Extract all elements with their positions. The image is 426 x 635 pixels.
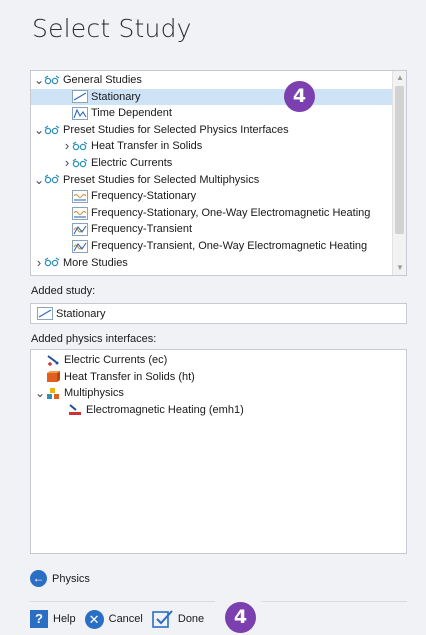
study-group-icon [44, 256, 60, 269]
tree-item-1[interactable]: Stationary [31, 88, 392, 106]
tree-item-10[interactable]: Frequency-Transient, One-Way Electromagn… [31, 238, 392, 255]
added-physics-label: Added physics interfaces: [31, 333, 157, 345]
study-tree-list: ⌄ General Studies Stationary Time Dependent… [31, 72, 392, 271]
tree-item-2[interactable]: Time Dependent [31, 105, 392, 122]
stationary-study-icon [37, 307, 53, 320]
frequency-stationary-icon [72, 206, 88, 220]
electromagnetic-heating-icon [67, 403, 83, 416]
physics-item-label: Electromagnetic Heating (emh1) [86, 403, 244, 416]
scroll-thumb[interactable] [395, 86, 404, 234]
frequency-stationary-icon [72, 189, 88, 203]
time-dependent-study-icon [72, 106, 88, 120]
tree-item-5[interactable]: › Electric Currents [31, 155, 392, 172]
help-button-label: Help [53, 613, 76, 625]
study-tree[interactable]: ⌄ General Studies Stationary Time Dependent… [30, 70, 407, 276]
study-group-icon [72, 140, 88, 153]
tree-item-label: Frequency-Stationary [91, 190, 197, 203]
step-badge-tree: 4 [284, 81, 315, 112]
tree-item-label: Stationary [91, 90, 141, 103]
physics-item-2[interactable]: ⌄ Multiphysics [31, 385, 406, 402]
done-button[interactable]: Done [152, 609, 204, 629]
added-study-field: Stationary [30, 303, 407, 324]
physics-item-label: Electric Currents (ec) [64, 354, 168, 366]
electric-currents-icon [45, 354, 61, 367]
added-study-value: Stationary [56, 307, 106, 320]
tree-scrollbar[interactable]: ▲ ▼ [392, 71, 406, 275]
frequency-transient-icon [72, 223, 88, 237]
scroll-up-icon[interactable]: ▲ [393, 71, 406, 85]
chevron-down-icon[interactable]: ⌄ [34, 174, 44, 186]
added-physics-list[interactable]: Electric Currents (ec) Heat Transfer in S… [30, 349, 407, 554]
stationary-study-icon [72, 90, 88, 104]
tree-item-7[interactable]: Frequency-Stationary [31, 188, 392, 205]
physics-item-3[interactable]: Electromagnetic Heating (emh1) [31, 402, 406, 419]
tree-item-11[interactable]: › More Studies [31, 255, 392, 272]
page-title: Select Study [32, 14, 192, 43]
back-button-label: Physics [52, 572, 90, 585]
cancel-button[interactable]: ✕ Cancel [84, 609, 143, 629]
study-group-icon [72, 157, 88, 170]
chevron-down-icon[interactable]: ⌄ [35, 387, 45, 399]
heat-transfer-icon [45, 370, 61, 383]
footer-divider [30, 601, 215, 602]
tree-item-9[interactable]: Frequency-Transient [31, 221, 392, 238]
tree-item-6[interactable]: ⌄ Preset Studies for Selected Multiphysic… [31, 172, 392, 189]
study-group-icon [44, 124, 60, 137]
cancel-icon: ✕ [84, 609, 104, 629]
chevron-right-icon[interactable]: › [62, 138, 72, 155]
chevron-down-icon[interactable]: ⌄ [34, 74, 44, 86]
back-arrow-icon: ← [30, 570, 47, 587]
tree-item-label: Frequency-Stationary, One-Way Electromag… [91, 206, 371, 219]
tree-item-8[interactable]: Frequency-Stationary, One-Way Electromag… [31, 205, 392, 222]
tree-item-4[interactable]: › Heat Transfer in Solids [31, 138, 392, 155]
physics-item-0[interactable]: Electric Currents (ec) [31, 352, 406, 369]
frequency-transient-icon [72, 239, 88, 253]
done-checkmark-icon [152, 610, 173, 628]
help-button[interactable]: ? Help [30, 610, 76, 628]
tree-item-3[interactable]: ⌄ Preset Studies for Selected Physics Int… [31, 122, 392, 139]
footer-toolbar: ? Help ✕ Cancel Done [30, 609, 213, 629]
tree-item-label: Frequency-Transient, One-Way Electromagn… [91, 239, 368, 252]
tree-item-label: General Studies [63, 74, 142, 86]
chevron-right-icon[interactable]: › [62, 155, 72, 172]
tree-item-label: Preset Studies for Selected Multiphysics [63, 173, 260, 186]
tree-item-label: Frequency-Transient [91, 223, 193, 236]
tree-item-label: Time Dependent [91, 107, 172, 120]
study-group-icon [44, 74, 60, 87]
step-badge-footer: 4 [225, 602, 256, 633]
cancel-button-label: Cancel [108, 613, 143, 625]
footer-divider [262, 601, 407, 602]
chevron-down-icon[interactable]: ⌄ [34, 124, 44, 136]
help-icon: ? [30, 610, 48, 628]
done-button-label: Done [177, 613, 205, 625]
tree-item-0[interactable]: ⌄ General Studies [31, 72, 392, 89]
physics-item-label: Heat Transfer in Solids (ht) [64, 370, 195, 383]
chevron-right-icon[interactable]: › [34, 255, 44, 272]
scroll-down-icon[interactable]: ▼ [393, 261, 406, 275]
tree-item-label: Preset Studies for Selected Physics Inte… [63, 123, 289, 136]
tree-item-label: Heat Transfer in Solids [91, 140, 203, 153]
added-study-label: Added study: [31, 285, 96, 297]
physics-item-label: Multiphysics [64, 387, 124, 399]
physics-item-1[interactable]: Heat Transfer in Solids (ht) [31, 369, 406, 386]
multiphysics-icon [45, 387, 61, 400]
study-group-icon [44, 173, 60, 186]
tree-item-label: Electric Currents [91, 156, 173, 169]
tree-item-label: More Studies [63, 256, 128, 269]
back-to-physics-button[interactable]: ← Physics [30, 570, 90, 587]
